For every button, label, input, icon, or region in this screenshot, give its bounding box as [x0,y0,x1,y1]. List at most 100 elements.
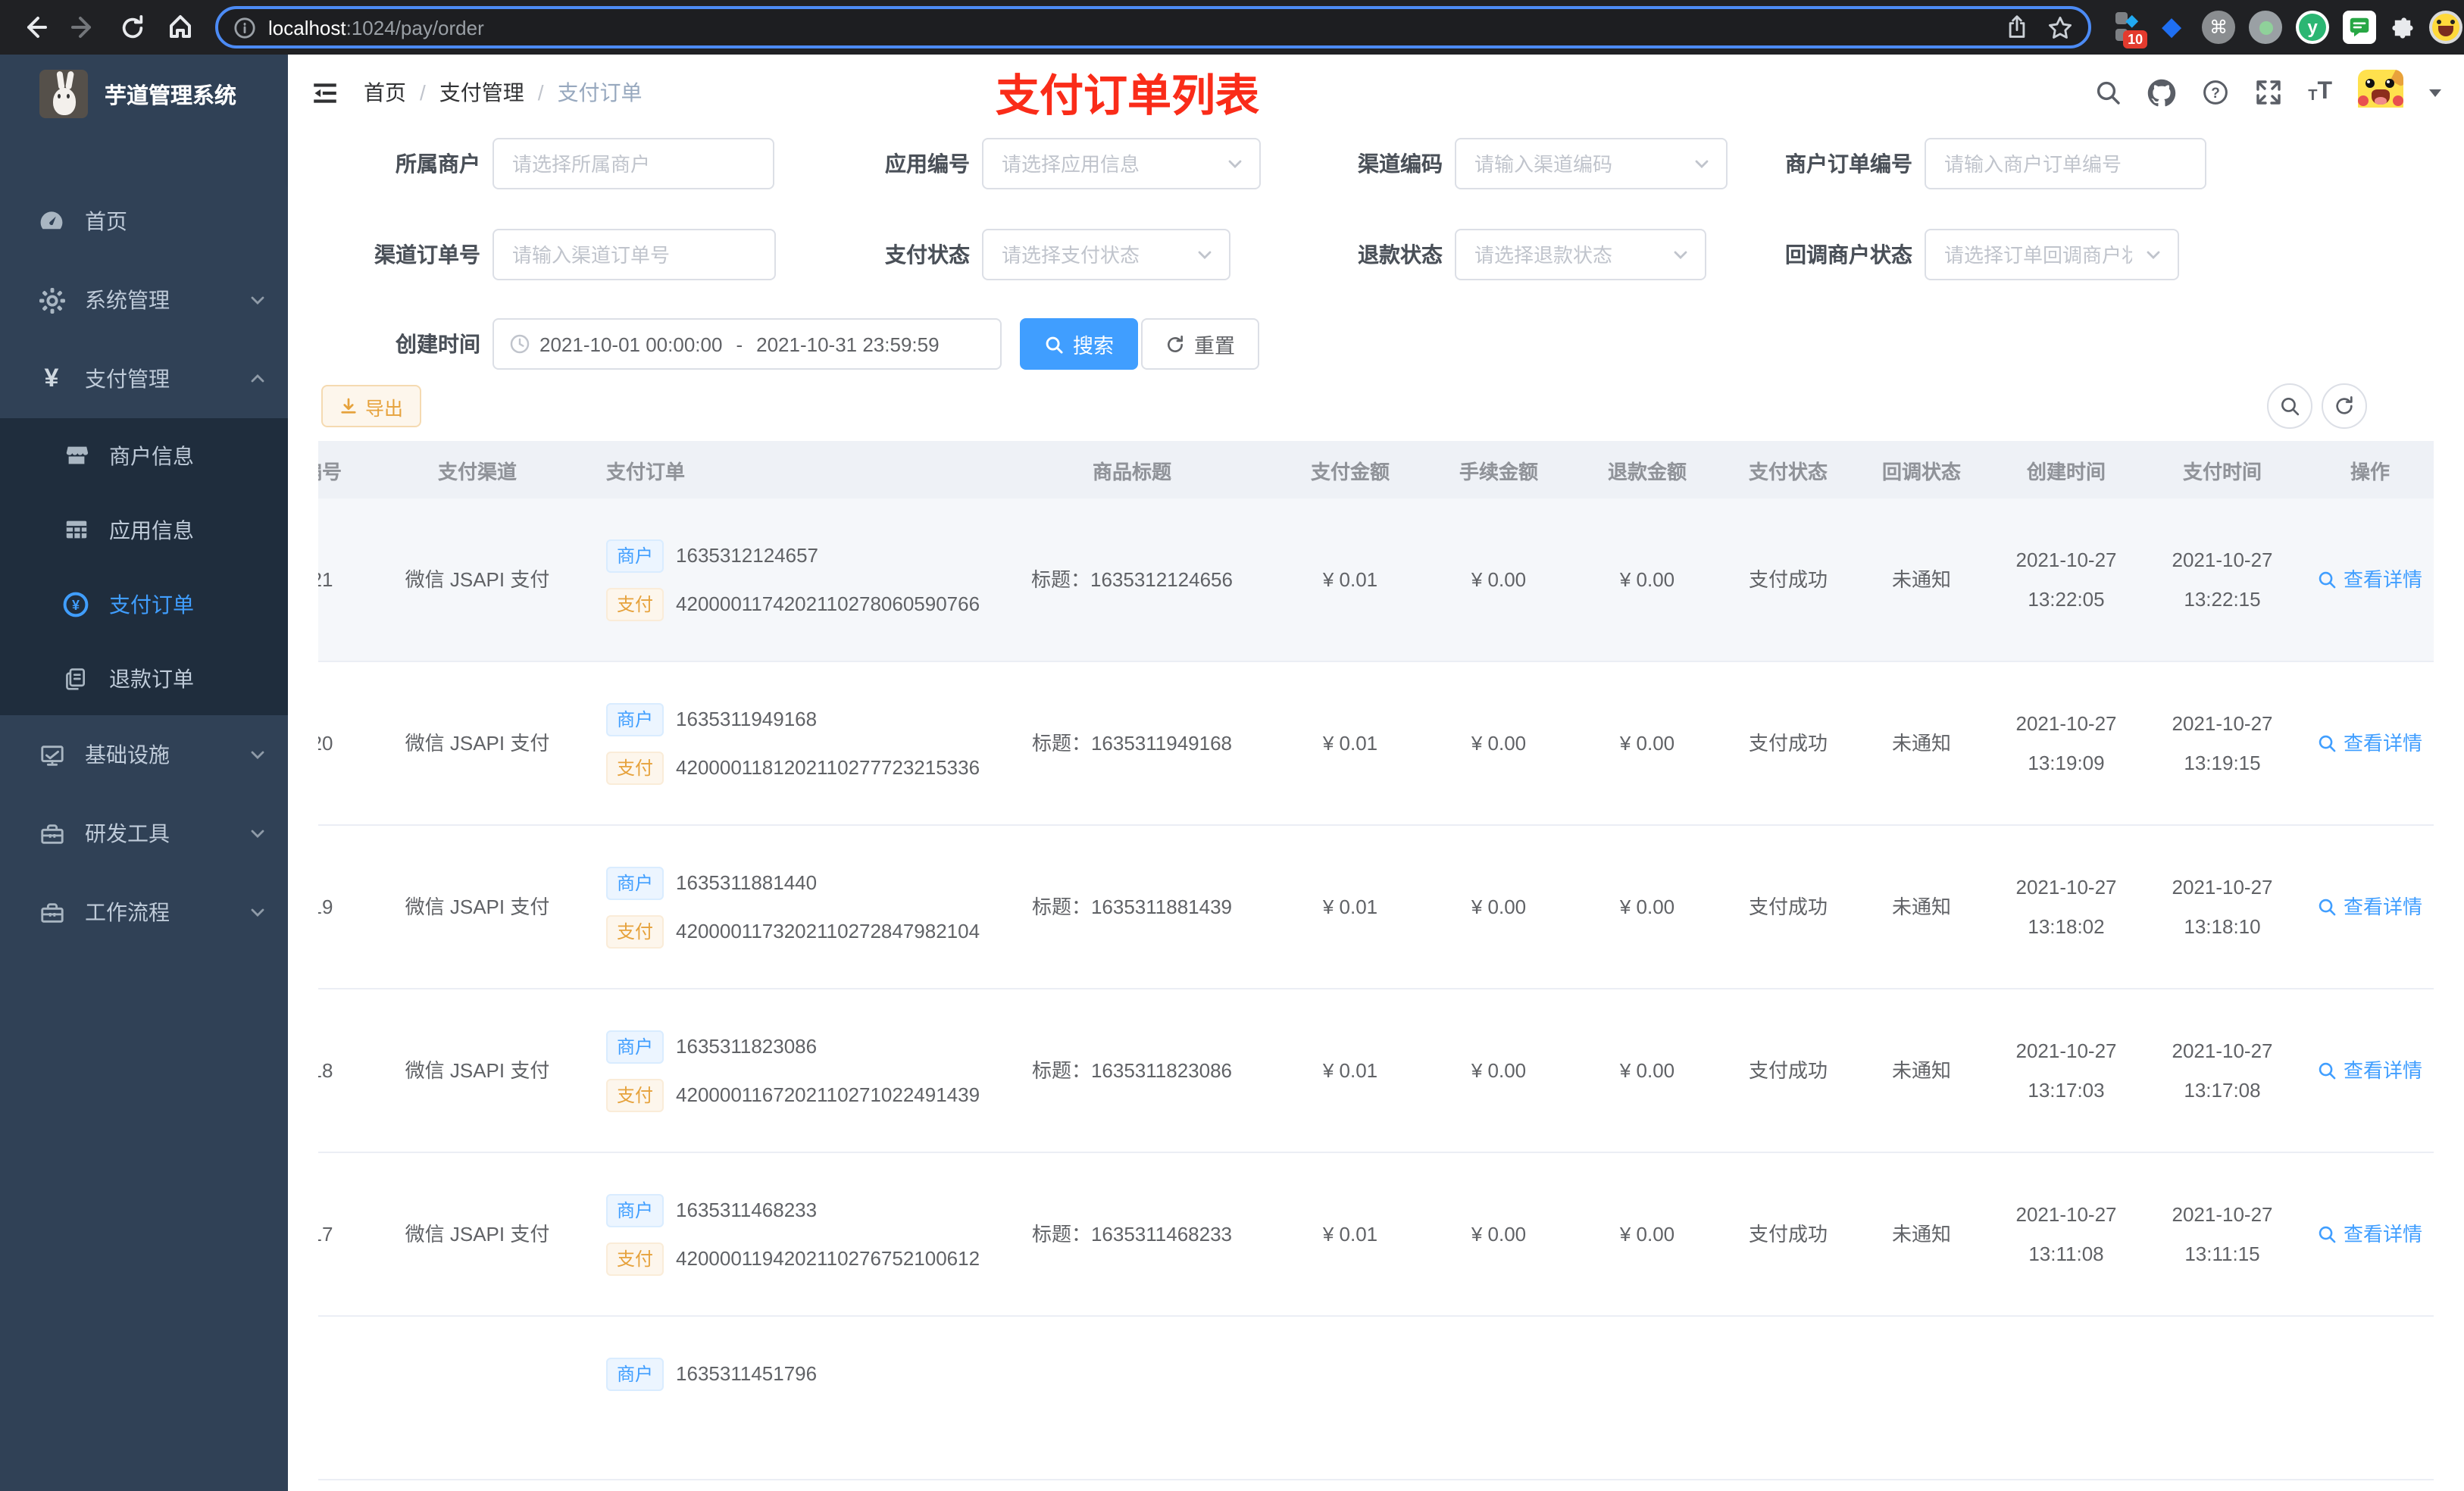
pay-status-filter-select[interactable] [982,229,1230,280]
notify-status-filter-label: 回调商户状态 [1785,242,1912,267]
gear-icon [36,287,67,313]
pay-status-cell: 支付成功 [1748,895,1828,918]
document-copy-icon [61,666,91,690]
notify-status-filter-field[interactable] [1941,242,2135,267]
pay-time-cell: 2021-10-27 13:17:08 [2144,1036,2300,1105]
create-time-cell-time: 13:19:09 [2028,752,2105,774]
fee-amount-cell: ¥ 0.00 [1471,1058,1527,1082]
product-title-cell: 标题：1635312124656 [1031,567,1233,591]
extension-badge-icon[interactable]: ◆ 10 [2115,11,2148,48]
show-search-toggle-button[interactable] [2267,383,2312,429]
profile-emoji-icon[interactable] [2429,11,2463,44]
pay-time-cell-time: 13:17:08 [2184,1079,2261,1102]
pay-order-no: 4200001181202110277723215336 [676,755,980,779]
sidebar-item-refund-order[interactable]: 退款订单 [0,641,288,715]
site-info-icon[interactable] [233,16,256,39]
table-row[interactable]: 18 微信 JSAPI 支付 商户 1635311823086 支付 4200001167… [318,989,2434,1153]
pay-order-cell: 商户 1635311451796 [591,1357,988,1439]
fullscreen-icon[interactable] [2255,79,2282,106]
column-header-11: 操作 [2350,460,2390,483]
app-no-filter-field[interactable] [999,151,1217,177]
create-time-range-input[interactable]: 2021-10-01 00:00:00 - 2021-10-31 23:59:5… [492,318,1002,370]
github-icon[interactable] [2147,78,2176,107]
search-form: 创建时间 2021-10-01 00:00:00 - 2021-10-31 23… [288,108,2464,380]
column-header-2: 支付订单 [606,460,686,483]
view-detail-link[interactable]: 查看详情 [2318,565,2422,595]
pay-time-cell-date: 2021-10-27 [2172,711,2273,734]
back-icon[interactable] [15,8,55,47]
refund-status-filter-field[interactable] [1471,242,1662,267]
search-button[interactable]: 搜索 [1020,318,1138,370]
table-row[interactable]: 商户 1635311451796 [318,1317,2434,1480]
create-time-cell: 2021-10-27 13:22:05 [1988,545,2144,614]
sidebar-item-workflow[interactable]: 工作流程 [0,873,288,952]
merchant-tag: 商户 [606,866,664,899]
pay-order-no: 4200001173202110272847982104 [676,919,980,942]
table-row[interactable]: 17 微信 JSAPI 支付 商户 1635311468233 支付 4200001194… [318,1153,2434,1317]
pay-order-no: 4200001167202110271022491439 [676,1083,980,1106]
view-detail-link[interactable]: 查看详情 [2318,1220,2422,1249]
extensions-puzzle-icon[interactable] [2390,14,2416,40]
table-row[interactable]: 20 微信 JSAPI 支付 商户 1635311949168 支付 4200001181… [318,662,2434,826]
dashboard-icon [36,208,67,235]
sidebar-item-devtool[interactable]: 研发工具 [0,794,288,873]
pay-status-cell: 支付成功 [1748,1222,1828,1246]
view-detail-link[interactable]: 查看详情 [2318,729,2422,758]
merchant-filter-field[interactable] [509,151,758,177]
pay-time-cell-date: 2021-10-27 [2172,1202,2273,1225]
reset-button[interactable]: 重置 [1141,318,1259,370]
table-row[interactable]: 19 微信 JSAPI 支付 商户 1635311881440 支付 4200001173… [318,826,2434,989]
pay-amount-cell: ¥ 0.01 [1322,895,1378,918]
reload-icon[interactable] [112,8,152,47]
sidebar-item-app-info[interactable]: 应用信息 [0,492,288,567]
avatar-caret-icon[interactable] [2429,89,2441,96]
url-bar[interactable]: localhost:1024/pay/order [215,6,2091,48]
table-row[interactable]: 21 微信 JSAPI 支付 商户 1635312124657 支付 4200001174… [318,499,2434,662]
pay-tag: 支付 [606,587,664,620]
pay-status-filter-field[interactable] [999,242,1187,267]
merchant-tag: 商户 [606,1193,664,1227]
share-icon[interactable] [2005,15,2029,39]
forward-icon[interactable] [64,8,103,47]
bookmark-star-icon[interactable] [2047,14,2073,40]
create-time-cell [1988,1393,2144,1403]
action-cell: 查看详情 [2300,729,2434,758]
notify-status-filter-select[interactable] [1925,229,2179,280]
sidebar-item-infra[interactable]: 基础设施 [0,715,288,794]
channel-code-filter-field[interactable] [1471,151,1684,177]
extension-gem-icon[interactable]: ◆ [2155,11,2188,44]
sidebar-collapse-icon[interactable] [311,78,339,107]
export-button[interactable]: 导出 [321,385,422,427]
pay-order-no: 4200001174202110278060590766 [676,592,980,615]
monitor-chart-icon [36,742,67,767]
pay-order-no: 4200001194202110276752100612 [676,1246,980,1270]
table-grid-icon [61,517,91,542]
extension-dot-icon[interactable] [2249,11,2283,44]
pay-submenu: 商户信息 应用信息 ¥ 支付订单 退款订单 [0,418,288,715]
help-icon[interactable]: ? [2202,79,2229,106]
clock-icon [509,333,530,355]
font-size-icon[interactable]: TT [2308,80,2332,105]
sidebar-item-pay-order[interactable]: ¥ 支付订单 [0,567,288,641]
extension-y-icon[interactable]: y [2296,11,2330,44]
merchant-order-no-filter-input[interactable] [1925,138,2206,189]
chevron-down-icon [249,903,267,921]
channel-order-no-filter-field[interactable] [509,242,759,267]
pay-tag: 支付 [606,1242,664,1275]
refresh-button[interactable] [2322,383,2367,429]
search-icon[interactable] [2094,79,2122,106]
breadcrumb-pay[interactable]: 支付管理 [439,77,524,108]
sidebar-item-merchant-info[interactable]: 商户信息 [0,418,288,492]
pay-channel-cell: 微信 JSAPI 支付 [405,1058,550,1082]
refund-status-filter-label: 退款状态 [1358,242,1443,267]
extension-chat-icon[interactable] [2343,11,2377,44]
extension-command-icon[interactable]: ⌘ [2202,11,2236,44]
home-icon[interactable] [161,8,200,47]
breadcrumb-home[interactable]: 首页 [364,77,406,108]
merchant-order-no-filter-field[interactable] [1941,151,2190,177]
fee-amount-cell: ¥ 0.00 [1471,1222,1527,1246]
browser-toolbar: localhost:1024/pay/order ◆ 10 ◆ ⌘ y [0,0,2464,55]
view-detail-link[interactable]: 查看详情 [2318,1056,2422,1086]
view-detail-link[interactable]: 查看详情 [2318,892,2422,922]
chevron-up-icon [249,370,267,388]
